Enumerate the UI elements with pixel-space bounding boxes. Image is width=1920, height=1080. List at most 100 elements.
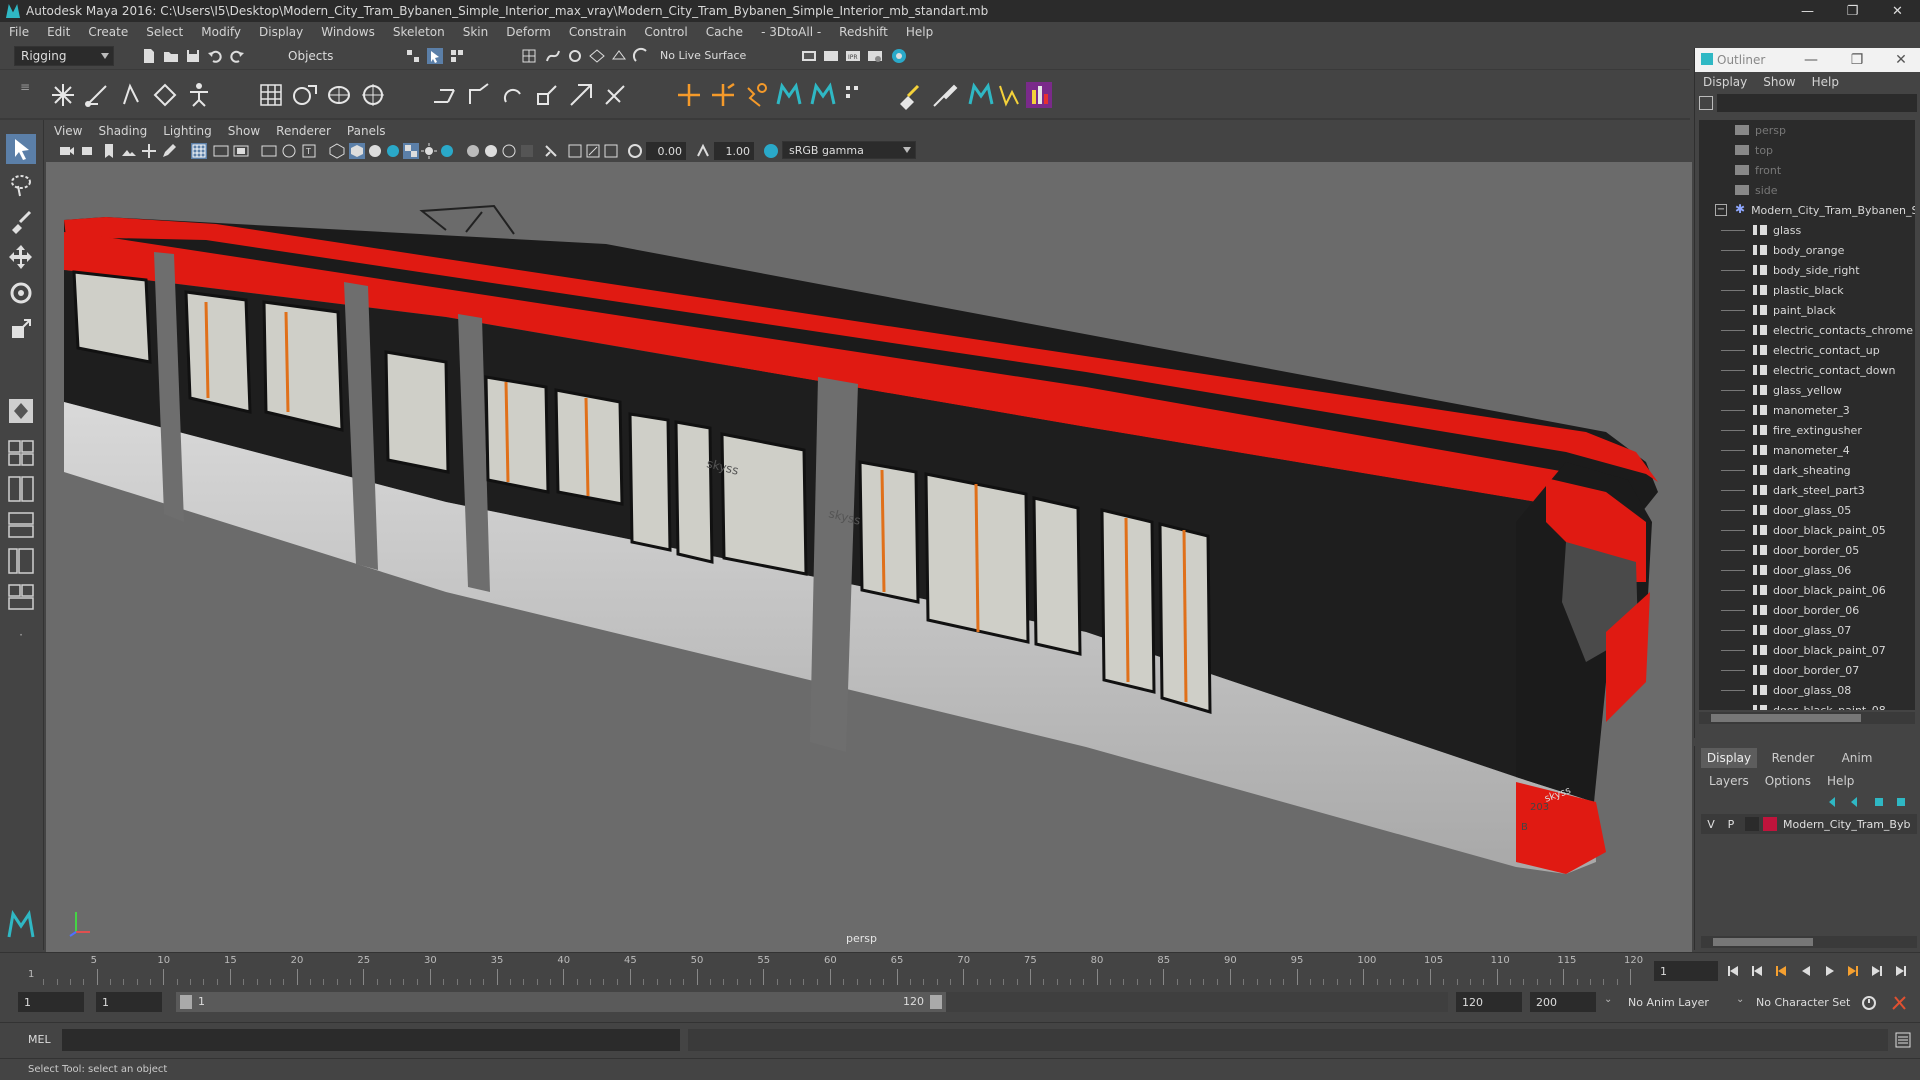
render-frame-icon[interactable] (822, 47, 840, 65)
close-button[interactable]: ✕ (1875, 0, 1920, 22)
command-language-label[interactable]: MEL (28, 1033, 51, 1046)
snap-view-icon[interactable] (588, 47, 606, 65)
outliner-menu-help[interactable]: Help (1804, 75, 1847, 89)
exposure-icon[interactable] (626, 142, 644, 160)
menu-windows[interactable]: Windows (312, 25, 384, 39)
motion-blur-icon[interactable] (482, 142, 500, 160)
hypershade-icon[interactable] (890, 47, 908, 65)
point-constraint-icon[interactable] (464, 80, 494, 110)
set-driven-key-icon[interactable] (742, 80, 772, 110)
human-ik-icon[interactable] (184, 80, 214, 110)
anim-layer-dropdown[interactable]: No Anim Layer (1622, 992, 1738, 1012)
vp-menu-view[interactable]: View (46, 124, 90, 138)
open-scene-icon[interactable] (162, 47, 180, 65)
rotate-tool-icon[interactable] (6, 278, 36, 308)
playback-controls[interactable] (1726, 963, 1916, 979)
outliner-item-fire-extingusher[interactable]: fire_extingusher (1699, 420, 1915, 440)
ik-spline-icon[interactable] (116, 80, 146, 110)
outliner-minimize-button[interactable]: — (1791, 48, 1831, 72)
layer-action-icons[interactable] (1825, 794, 1915, 810)
color-management-icon[interactable] (762, 142, 780, 160)
auto-key-icon[interactable] (1860, 994, 1878, 1012)
vp-menu-renderer[interactable]: Renderer (268, 124, 339, 138)
vp-menu-panels[interactable]: Panels (339, 124, 394, 138)
tab-render[interactable]: Render (1763, 748, 1823, 768)
maya-home-icon[interactable] (6, 910, 36, 940)
lasso-tool-icon[interactable] (6, 170, 36, 200)
multisample-aa-icon[interactable] (500, 142, 518, 160)
xray-icon[interactable] (566, 142, 584, 160)
script-editor-icon[interactable] (1894, 1031, 1912, 1049)
outliner-item-front[interactable]: front (1699, 160, 1915, 180)
outliner-item-dark-sheating[interactable]: dark_sheating (1699, 460, 1915, 480)
camera-attributes-icon[interactable] (80, 142, 98, 160)
redo-icon[interactable] (228, 47, 246, 65)
menu-select[interactable]: Select (137, 25, 192, 39)
outliner-maximize-button[interactable]: ❐ (1837, 48, 1877, 72)
menu-file[interactable]: File (0, 25, 38, 39)
shaded-wireframe-icon[interactable] (384, 142, 402, 160)
layer-type-toggle[interactable] (1745, 817, 1759, 831)
outliner-item-door-border-06[interactable]: door_border_06 (1699, 600, 1915, 620)
default-material-icon[interactable] (366, 142, 384, 160)
live-surface-label[interactable]: No Live Surface (660, 49, 746, 62)
four-view-icon[interactable] (6, 438, 36, 468)
channel-control-icon[interactable] (840, 80, 870, 110)
outliner-item-electric-contact-up[interactable]: electric_contact_up (1699, 340, 1915, 360)
outliner-item-body-side-right[interactable]: body_side_right (1699, 260, 1915, 280)
outliner-item-door-glass-08[interactable]: door_glass_08 (1699, 680, 1915, 700)
hypershade-layout-icon[interactable] (6, 582, 36, 612)
gamma-icon[interactable] (694, 142, 712, 160)
layer-horizontal-scrollbar[interactable] (1701, 936, 1917, 948)
safe-action-icon[interactable]: T (300, 142, 318, 160)
aim-constraint-icon[interactable] (566, 80, 596, 110)
outliner-item-persp[interactable]: persp (1699, 120, 1915, 140)
select-component-icon[interactable] (448, 47, 466, 65)
select-tool-icon[interactable] (6, 134, 36, 164)
vp-menu-show[interactable]: Show (220, 124, 268, 138)
current-frame-field[interactable]: 1 (1654, 961, 1718, 981)
toolbox-more-icon[interactable]: · (6, 620, 36, 650)
outliner-item-electric-contacts-chrome[interactable]: electric_contacts_chrome (1699, 320, 1915, 340)
render-view-icon[interactable] (800, 47, 818, 65)
smooth-shade-icon[interactable] (348, 142, 366, 160)
maya-m-icon-1[interactable] (774, 80, 804, 110)
wrap-deformer-icon[interactable] (324, 80, 354, 110)
outliner-search-input[interactable] (1717, 94, 1917, 112)
layer-color-swatch[interactable] (1763, 817, 1777, 831)
resolution-gate-icon[interactable] (232, 142, 250, 160)
paint-select-icon[interactable] (6, 206, 36, 236)
menu-cache[interactable]: Cache (697, 25, 752, 39)
menu-skeleton[interactable]: Skeleton (384, 25, 454, 39)
image-plane-icon[interactable] (120, 142, 138, 160)
menu-redshift[interactable]: Redshift (830, 25, 897, 39)
menu-display[interactable]: Display (250, 25, 312, 39)
playback-end-field[interactable]: 120 (1456, 992, 1522, 1012)
start-time-field[interactable]: 1 (18, 992, 84, 1012)
menu-deform[interactable]: Deform (497, 25, 560, 39)
joint-orient-icon[interactable] (708, 80, 738, 110)
outliner-item-door-black-paint-07[interactable]: door_black_paint_07 (1699, 640, 1915, 660)
persp-graph-view-icon[interactable] (6, 510, 36, 540)
layer-visibility-toggle[interactable]: V (1701, 818, 1721, 831)
undo-icon[interactable] (206, 47, 224, 65)
snap-curve-icon[interactable] (544, 47, 562, 65)
maya-m-icon-2[interactable] (808, 80, 838, 110)
menu-help[interactable]: Help (897, 25, 942, 39)
locator-icon[interactable] (674, 80, 704, 110)
film-gate-icon[interactable] (212, 142, 230, 160)
xray-components-icon[interactable] (602, 142, 620, 160)
joint-tool-icon[interactable] (48, 80, 78, 110)
scale-tool-icon[interactable] (6, 314, 36, 344)
graph-icon[interactable] (996, 80, 1026, 110)
outliner-item-door-border-05[interactable]: door_border_05 (1699, 540, 1915, 560)
sculpt-deformer-icon[interactable] (358, 80, 388, 110)
character-set-dropdown[interactable]: No Character Set (1750, 992, 1866, 1012)
menu-modify[interactable]: Modify (192, 25, 250, 39)
outliner-item-door-glass-05[interactable]: door_glass_05 (1699, 500, 1915, 520)
outliner-item-door-glass-06[interactable]: door_glass_06 (1699, 560, 1915, 580)
range-start-handle[interactable] (180, 995, 192, 1009)
menu-control[interactable]: Control (635, 25, 696, 39)
save-scene-icon[interactable] (184, 47, 202, 65)
menu-edit[interactable]: Edit (38, 25, 79, 39)
